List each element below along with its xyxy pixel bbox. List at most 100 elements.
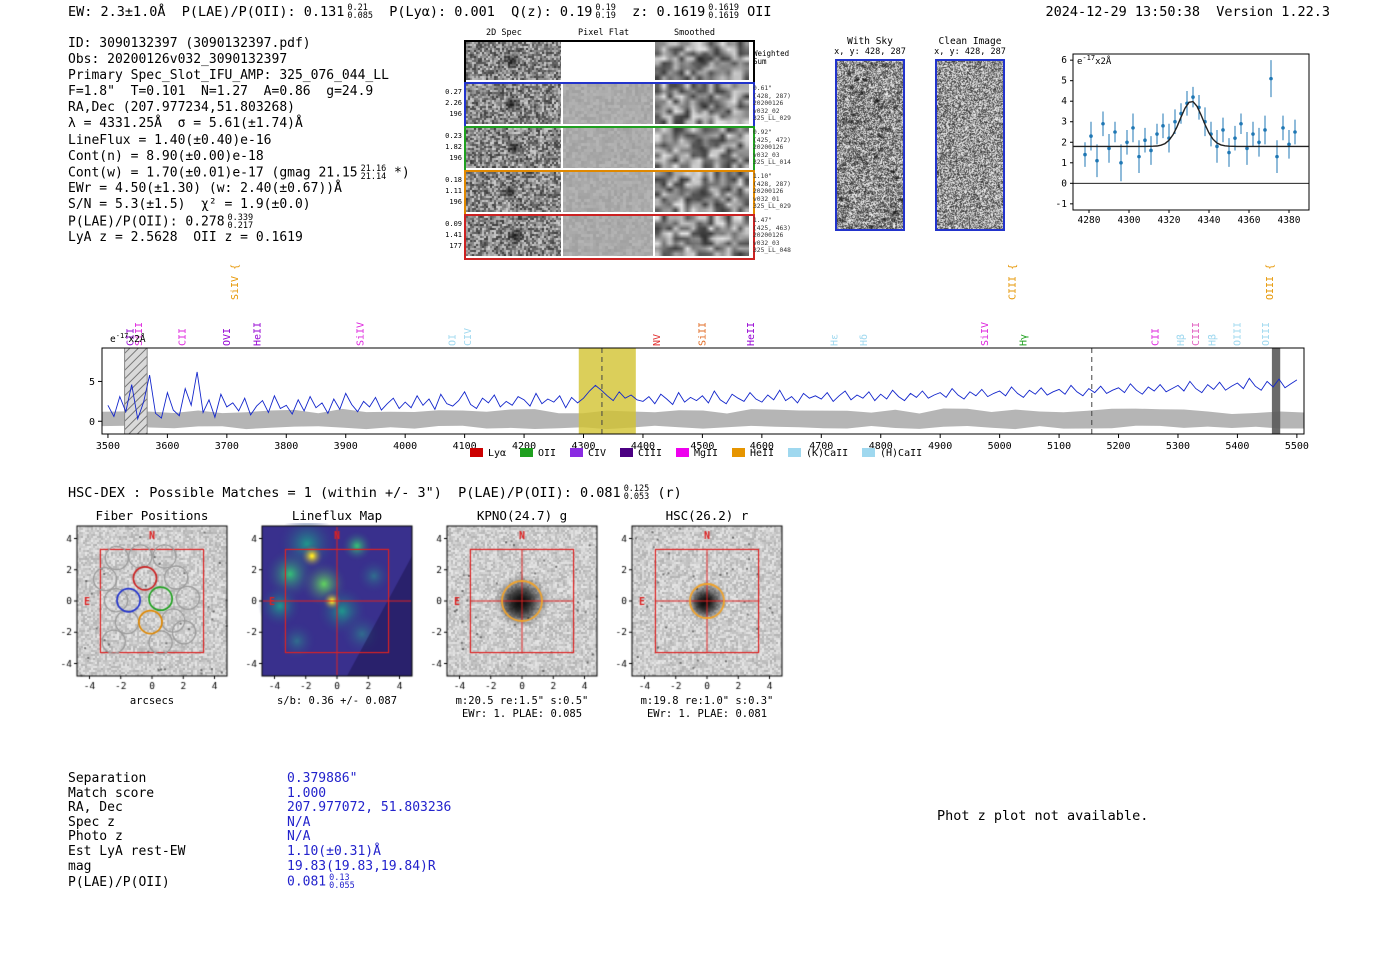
clean-image	[935, 59, 1005, 231]
spec2d-strip	[466, 42, 561, 80]
svg-text:Hβ: Hβ	[1208, 334, 1219, 346]
info-line: EWr = 4.50(±1.30) (w: 2.40(±0.67))Å	[68, 181, 342, 197]
match-table-row: Separation 0.379886"	[68, 771, 451, 787]
fiber-weight-values: 0.27 2.26 196	[445, 88, 462, 118]
svg-text:CIV: CIV	[588, 448, 606, 459]
smoothed-strip	[655, 84, 749, 124]
fiber-weight-values: 0.18 1.11 196	[445, 176, 462, 206]
pixelflat-strip	[563, 84, 653, 124]
spec2d-strip	[466, 216, 561, 256]
fiber-id-annotation: 1.47" (425, 463) 20200126 v032_03 325_LL_048	[753, 217, 791, 255]
svg-text:4380: 4380	[1278, 215, 1301, 226]
svg-text:Lyα: Lyα	[488, 448, 506, 459]
info-line: LyA z = 2.5628 OII z = 0.1619	[68, 230, 303, 246]
info-line: P(LAE)/P(OII): 0.278 0.339 0.217	[68, 212, 254, 231]
cutout-image	[605, 523, 790, 695]
match-row-value: 207.977072, 51.803236	[287, 800, 452, 816]
info-line: RA,Dec (207.977234,51.803268)	[68, 100, 295, 116]
cutout-title: Fiber Positions	[95, 508, 209, 523]
svg-text:HeII: HeII	[253, 322, 264, 346]
clean-image-coords: x, y: 428, 287	[934, 47, 1006, 57]
svg-text:OIII: OIII	[1261, 322, 1272, 346]
with-sky-image	[835, 59, 905, 231]
cutout-sublabel-1: m:19.8 re:1.0" s:0.3"	[640, 695, 774, 707]
svg-text:(H)CaII: (H)CaII	[880, 448, 922, 459]
spec2d-strip	[466, 128, 561, 168]
smoothed-col-title: Smoothed	[674, 28, 715, 38]
info-line: Cont(w) = 1.70(±0.01)e-17 (gmag 21.15 21.…	[68, 163, 410, 182]
svg-text:4280: 4280	[1078, 215, 1101, 226]
match-row-value: N/A	[287, 829, 311, 845]
svg-text:SiIV: SiIV	[980, 322, 991, 346]
clean-image-title: Clean Image	[938, 36, 1002, 47]
spec2d-panel: 2D Spec Pixel Flat Smoothed Weighted Sum …	[440, 28, 800, 263]
svg-text:CIII {: CIII {	[1008, 264, 1019, 300]
svg-text:2: 2	[1061, 137, 1067, 148]
detection-info-block: ID: 3090132397 (3090132397.pdf) Obs: 2020…	[68, 36, 410, 246]
svg-text:OIII {: OIII {	[1265, 264, 1276, 300]
svg-text:5200: 5200	[1106, 441, 1130, 452]
match-row-value: 19.83(19.83,19.84)R	[287, 858, 436, 874]
hsc-match-header: HSC-DEX : Possible Matches = 1 (within +…	[68, 484, 682, 502]
cutout-sublabel-2: EWr: 1. PLAE: 0.081	[646, 707, 768, 720]
svg-text:CIII: CIII	[1191, 322, 1202, 346]
svg-text:4000: 4000	[393, 441, 417, 452]
cutout-sublabel-2: EWr: 1. PLAE: 0.085	[461, 707, 583, 720]
svg-text:5: 5	[89, 377, 95, 388]
with-sky-panel: With Sky x, y: 428, 287	[830, 36, 910, 231]
match-table-row: Spec z N/A	[68, 814, 451, 831]
svg-text:NV: NV	[652, 334, 663, 346]
svg-text:5000: 5000	[988, 441, 1012, 452]
pixelflat-strip	[563, 128, 653, 168]
svg-text:SiIV {: SiIV {	[230, 264, 241, 300]
match-row-label: RA, Dec	[68, 800, 123, 816]
svg-text:CII: CII	[177, 328, 188, 346]
cutout-image	[420, 523, 605, 695]
cutout-sublabel-1: arcsecs	[129, 695, 175, 707]
match-table: Separation 0.379886" Match score 1.000 RA, D…	[68, 771, 452, 890]
svg-text:5: 5	[1061, 76, 1067, 87]
info-line: Primary Spec_Slot_IFU_AMP: 325_076_044_L…	[68, 68, 389, 84]
cutout-panel-fibers: Fiber Positions arcsecs	[50, 508, 235, 743]
elixer-report-page: { "top_bar": { "left_segments": [ {"t":"…	[0, 0, 1400, 953]
cutout-image	[235, 523, 420, 695]
match-row-value: 1.10(±0.31)Å	[287, 843, 381, 859]
match-row-value: N/A	[287, 814, 311, 830]
photz-note: Phot z plot not available.	[937, 808, 1149, 824]
match-table-row: Match score 1.000	[68, 785, 451, 802]
svg-text:CII: CII	[1150, 328, 1161, 346]
svg-text:4320: 4320	[1158, 215, 1181, 226]
svg-text:Hε: Hε	[829, 334, 840, 346]
cutout-title: HSC(26.2) r	[665, 508, 749, 523]
svg-text:5300: 5300	[1166, 441, 1190, 452]
smoothed-strip	[655, 128, 749, 168]
svg-text:SiIV: SiIV	[356, 322, 367, 346]
cutout-panel-image: KPNO(24.7) g m:20.5 re:1.5" s:0.5" EWr: 1.…	[420, 508, 605, 743]
fiber-id-annotation: 1.10" (428, 287) 20200126 v032_01 325_LL_029	[753, 173, 791, 211]
info-line: F=1.8" T=0.101 N=1.27 A=0.86 g=24.9	[68, 84, 374, 100]
cutout-title: Lineflux Map	[291, 508, 383, 523]
svg-text:(K)CaII: (K)CaII	[806, 448, 848, 459]
match-table-row: mag 19.83(19.83,19.84)R	[68, 858, 451, 875]
svg-text:MgII: MgII	[694, 448, 718, 459]
info-line: Cont(n) = 8.90(±0.00)e-18	[68, 148, 264, 164]
svg-text:5400: 5400	[1225, 441, 1249, 452]
spec2d-strip	[466, 172, 561, 212]
match-row-label: Match score	[68, 785, 155, 801]
svg-text:3900: 3900	[334, 441, 358, 452]
svg-text:4300: 4300	[1118, 215, 1141, 226]
svg-text:OVI: OVI	[222, 328, 233, 346]
match-table-row: RA, Dec 207.977072, 51.803236	[68, 800, 452, 816]
pixelflat-strip	[563, 172, 653, 212]
svg-text:OI: OI	[448, 334, 459, 346]
svg-text:5500: 5500	[1285, 441, 1309, 452]
match-row-value: 0.081	[287, 874, 327, 890]
fiber-weight-values: 0.23 1.82 196	[445, 132, 462, 162]
svg-text:SiII: SiII	[697, 322, 708, 346]
svg-text:0: 0	[1061, 178, 1067, 189]
spec2d-col-title: 2D Spec	[486, 28, 522, 38]
match-table-row: Photo z N/A	[68, 830, 451, 845]
summary-header: EW: 2.3±1.0Å P(LAE)/P(OII): 0.131 0.21 0.0…	[68, 3, 772, 21]
cutout-panel-image: HSC(26.2) r m:19.8 re:1.0" s:0.3" EWr: 1. …	[605, 508, 790, 743]
svg-text:0: 0	[89, 417, 95, 428]
